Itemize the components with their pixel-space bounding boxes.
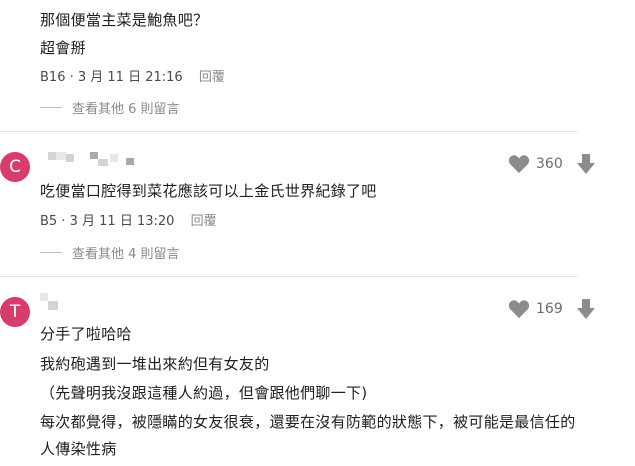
author-name-blurred[interactable]: [40, 293, 70, 317]
comment-text-line: 分手了啦哈哈: [40, 325, 132, 343]
like-count: 360: [536, 156, 563, 172]
reply-button[interactable]: 回覆: [199, 70, 225, 85]
view-more-replies[interactable]: 查看其他 6 則留言: [40, 98, 180, 117]
avatar[interactable]: C: [0, 152, 30, 182]
floor-number: B5: [40, 214, 58, 229]
view-more-replies-label: 查看其他 6 則留言: [72, 102, 180, 117]
view-more-replies[interactable]: 查看其他 4 則留言: [40, 243, 180, 262]
divider-dash: [40, 252, 62, 253]
comment-date: 3 月 11 日 13:20: [69, 214, 175, 229]
comment-date: 3 月 11 日 21:16: [77, 70, 183, 85]
comment-text-line: 吃便當口腔得到菜花應該可以上金氏世界紀錄了吧: [40, 182, 377, 200]
heart-icon[interactable]: [508, 299, 530, 319]
comment-divider: [0, 131, 578, 132]
comment-text-line: 我約砲遇到一堆出來約但有女友的: [40, 355, 270, 373]
down-arrow-icon[interactable]: [576, 298, 596, 320]
avatar-letter: T: [9, 302, 21, 322]
avatar[interactable]: T: [0, 297, 30, 327]
divider-dash: [40, 107, 62, 108]
comment-text-line: 那個便當主菜是鮑魚吧？: [40, 11, 209, 29]
author-name-blurred[interactable]: [40, 150, 150, 170]
comment-meta: B5 · 3 月 11 日 13:20 回覆: [40, 214, 217, 229]
comment-text-line: 每次都覺得，被隱瞞的女友很衰，還要在沒有防範的狀態下，被可能是最信任的: [40, 413, 576, 431]
comment-meta: B16 · 3 月 11 日 21:16 回覆: [40, 70, 225, 85]
heart-icon[interactable]: [508, 154, 530, 174]
view-more-replies-label: 查看其他 4 則留言: [72, 247, 180, 262]
vote-controls: 360: [508, 153, 596, 175]
down-arrow-icon[interactable]: [576, 153, 596, 175]
avatar-letter: C: [9, 157, 21, 177]
floor-number: B16: [40, 70, 66, 85]
comment-text-line: （先聲明我沒跟這種人約過，但會跟他們聊一下): [40, 384, 368, 402]
reply-button[interactable]: 回覆: [191, 214, 217, 229]
like-count: 169: [536, 301, 563, 317]
comment-divider: [0, 276, 578, 277]
vote-controls: 169: [508, 298, 596, 320]
comment-text-line: 人傳染性病: [40, 440, 117, 458]
comment-text-line: 超會掰: [40, 39, 86, 57]
